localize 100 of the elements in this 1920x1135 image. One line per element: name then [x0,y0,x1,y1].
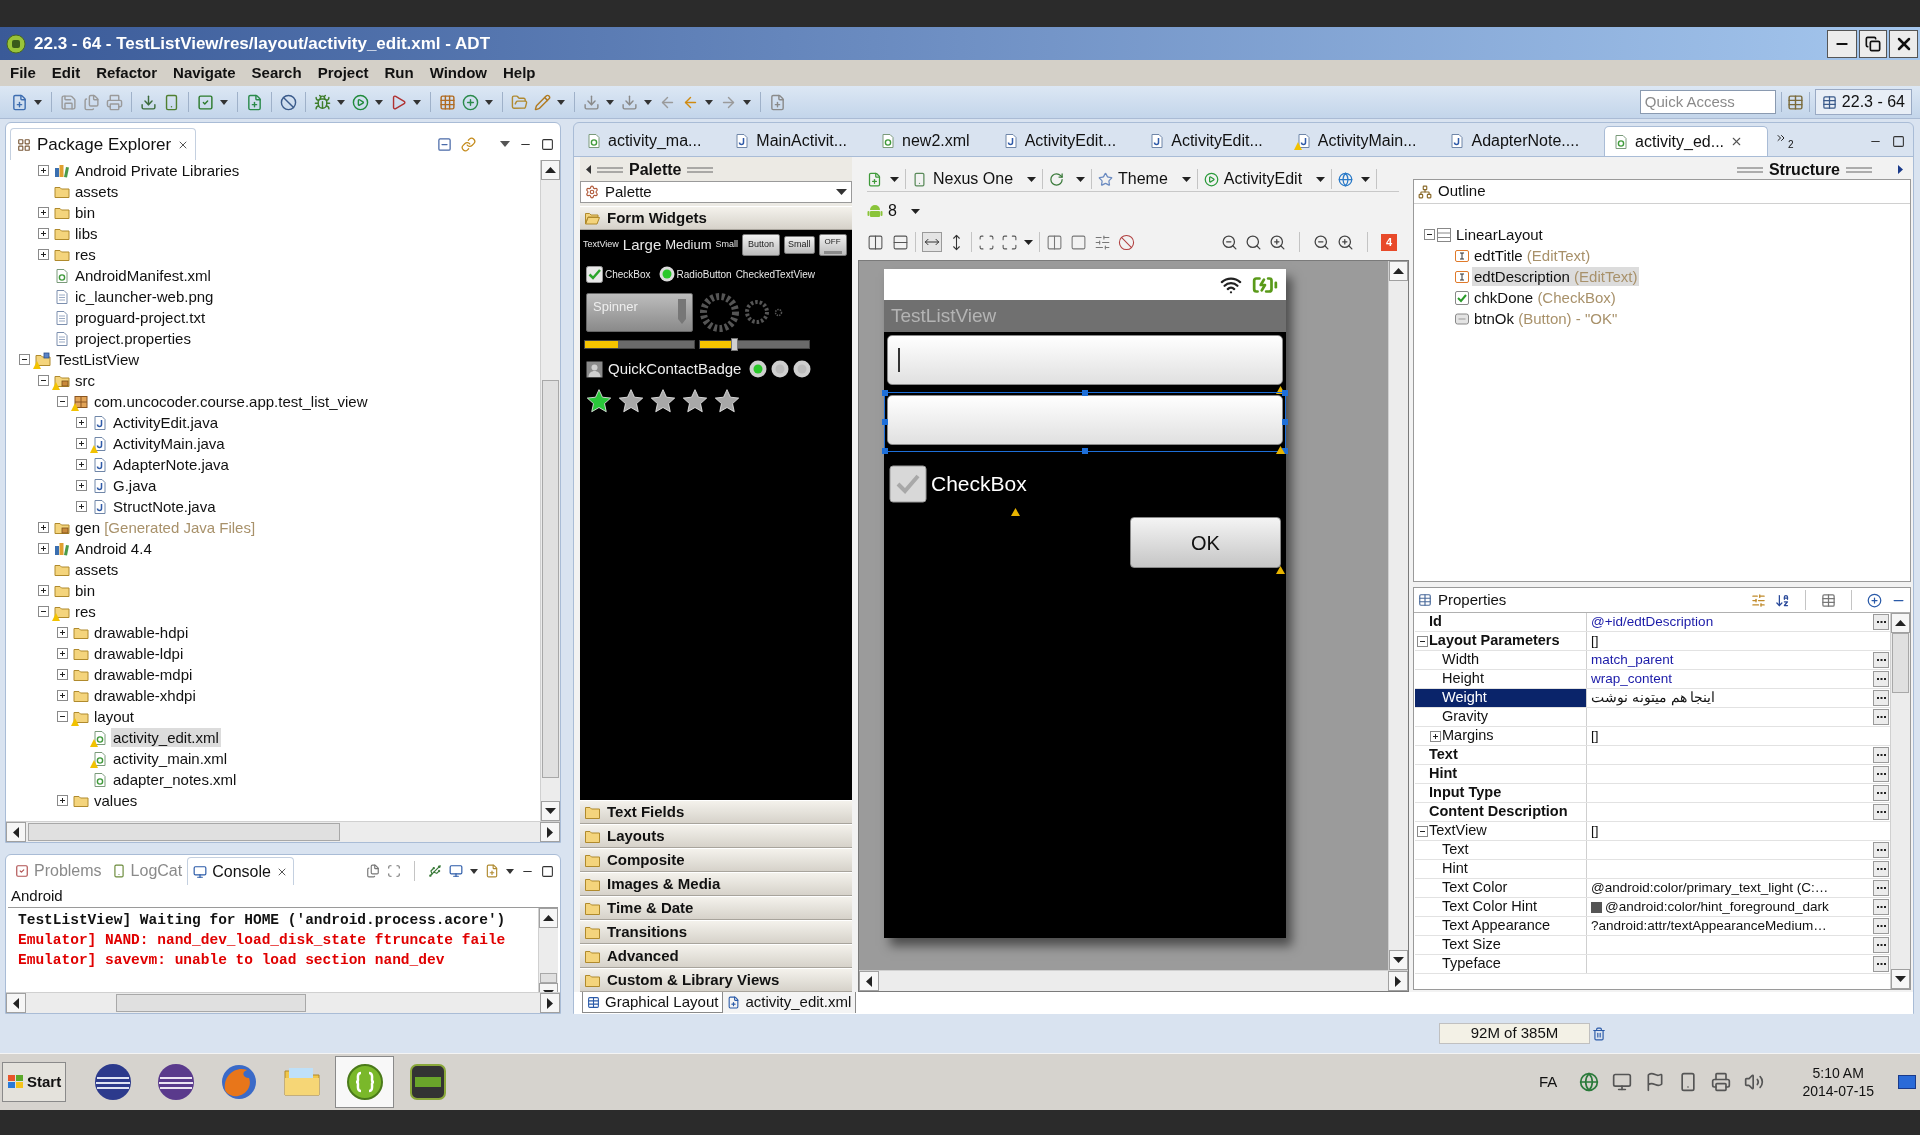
start-button[interactable]: Start [2,1062,66,1102]
expand-icon[interactable] [76,501,87,512]
ellipsis-button[interactable] [1873,785,1889,801]
property-name[interactable]: Text [1415,841,1586,859]
caret-icon[interactable] [743,99,751,105]
property-name[interactable]: Width [1415,651,1586,669]
tree-item[interactable]: StructNote.java [111,497,218,516]
scroll-right-arrow-icon[interactable] [547,997,553,1009]
tree-item[interactable]: ic_launcher-web.png [73,287,216,306]
monitor-icon[interactable] [1612,1072,1633,1092]
toggle-sample[interactable]: OFF [818,234,847,256]
checklist-icon[interactable] [15,864,29,878]
property-name[interactable]: Text Size [1415,936,1586,954]
monitor-icon[interactable] [193,864,208,879]
new-file-icon[interactable] [11,93,28,111]
expand-icon[interactable] [76,459,87,470]
zoom-in-icon[interactable] [1269,233,1286,251]
outline-item[interactable]: edtDescription (EditText) [1472,267,1640,286]
property-name[interactable]: Text Color [1415,879,1586,897]
scrollbar-thumb[interactable] [1892,633,1909,693]
editor-tab[interactable]: ActivityEdit... [994,126,1141,156]
rows-icon[interactable] [892,233,909,251]
tree-item[interactable]: layout [92,707,137,726]
outline-item[interactable]: btnOk (Button) - "OK" [1472,309,1620,328]
ellipsis-button[interactable] [1873,709,1889,725]
scroll-down-arrow-icon[interactable] [1393,957,1404,963]
bug-icon[interactable] [314,93,331,111]
property-name[interactable]: Text [1415,746,1586,764]
ellipsis-button[interactable] [1873,747,1889,763]
zoom-in-icon[interactable] [1337,233,1354,251]
tree-item[interactable]: drawable-hdpi [92,623,191,642]
caret-icon[interactable] [606,99,614,105]
more-tabs-count[interactable]: 2 [1788,137,1794,152]
collapse-icon[interactable] [19,354,30,365]
new-file-icon[interactable] [485,864,499,878]
palette-selector[interactable]: Palette [580,181,852,203]
palette-section-header[interactable]: Time & Date [580,896,852,920]
collapse-icon[interactable] [57,711,68,722]
editor-tab[interactable]: new2.xml [872,126,994,156]
heap-status[interactable]: 92M of 385M [1439,1023,1590,1044]
minimize-button[interactable] [1827,29,1857,58]
vertical-scrollbar[interactable] [1388,261,1408,970]
caret-icon[interactable] [413,99,421,105]
editor-mode-tab[interactable]: activity_edit.xml [723,992,857,1013]
view-tab[interactable]: Console [187,857,294,885]
selection-handle[interactable] [882,448,888,454]
scroll-up-arrow-icon[interactable] [1393,268,1404,274]
vertical-scrollbar[interactable] [538,908,558,992]
palette-section-header[interactable]: Form Widgets [580,206,852,230]
file-icon[interactable] [727,996,741,1009]
expand-icon[interactable] [38,249,49,260]
globe-icon[interactable] [1338,171,1354,187]
theme-dropdown[interactable]: Theme [1118,167,1168,191]
device-dropdown[interactable]: Nexus One [933,167,1014,191]
tree-item[interactable]: drawable-mdpi [92,665,195,684]
editor-mode-tab[interactable]: Graphical Layout [582,992,724,1013]
activity-dropdown[interactable]: ActivityEdit [1223,167,1303,191]
files-icon[interactable] [366,864,380,878]
property-value[interactable]: @android:color/hint_foreground_dark [1605,896,1829,918]
property-value[interactable]: match_parent [1591,649,1674,671]
property-name[interactable]: Id [1415,613,1586,631]
view-tab[interactable]: Package Explorer [10,128,197,160]
maximize-icon[interactable] [541,864,554,878]
vertical-scrollbar[interactable] [540,160,560,821]
caret-icon[interactable] [1076,176,1086,182]
table-icon[interactable] [587,995,600,1009]
expand-icon[interactable] [38,228,49,239]
outline-item[interactable]: chkDone (CheckBox) [1472,288,1618,307]
property-value[interactable]: @android:color/primary_text_light (C:… [1591,877,1829,899]
tree-item[interactable]: bin [73,203,98,222]
outline-item[interactable]: LinearLayout [1454,225,1545,244]
rotate-icon[interactable] [1049,171,1065,187]
editor-tab[interactable]: activity_ed... [1604,126,1769,156]
tree-item[interactable]: AndroidManifest.xml [73,266,213,285]
ellipsis-button[interactable] [1873,861,1889,877]
perspective-button[interactable]: 22.3 - 64 [1814,89,1912,115]
tree-item[interactable]: activity_main.xml [111,749,230,768]
corners-icon[interactable] [978,233,995,251]
maximize-icon[interactable] [1892,134,1905,148]
scroll-up-arrow-icon[interactable] [543,915,554,921]
play-icon[interactable] [1203,171,1219,187]
taskbar-app-button[interactable] [335,1056,394,1108]
ellipsis-button[interactable] [1873,937,1889,953]
editor-tab[interactable]: ActivityEdit... [1141,126,1287,156]
palette-section-header[interactable]: Text Fields [580,800,852,824]
property-value[interactable]: [] [1591,820,1599,842]
menu-item[interactable]: Search [243,60,310,86]
seek-bar-track[interactable] [699,340,810,349]
property-name[interactable]: Hint [1415,765,1586,783]
tree-item[interactable]: activity_edit.xml [111,728,221,747]
gear-icon[interactable] [585,185,599,199]
property-name[interactable]: Hint [1415,860,1586,878]
monitor-icon[interactable] [449,864,463,878]
download-icon[interactable] [621,93,638,111]
star-icon[interactable] [1098,171,1114,187]
palette-section-header[interactable]: Custom & Library Views [580,968,852,992]
api-level-dropdown[interactable]: 8 [888,199,897,223]
usb-icon[interactable] [428,864,442,878]
collapse-icon[interactable] [1417,825,1428,837]
menu-item[interactable]: File [2,60,44,86]
